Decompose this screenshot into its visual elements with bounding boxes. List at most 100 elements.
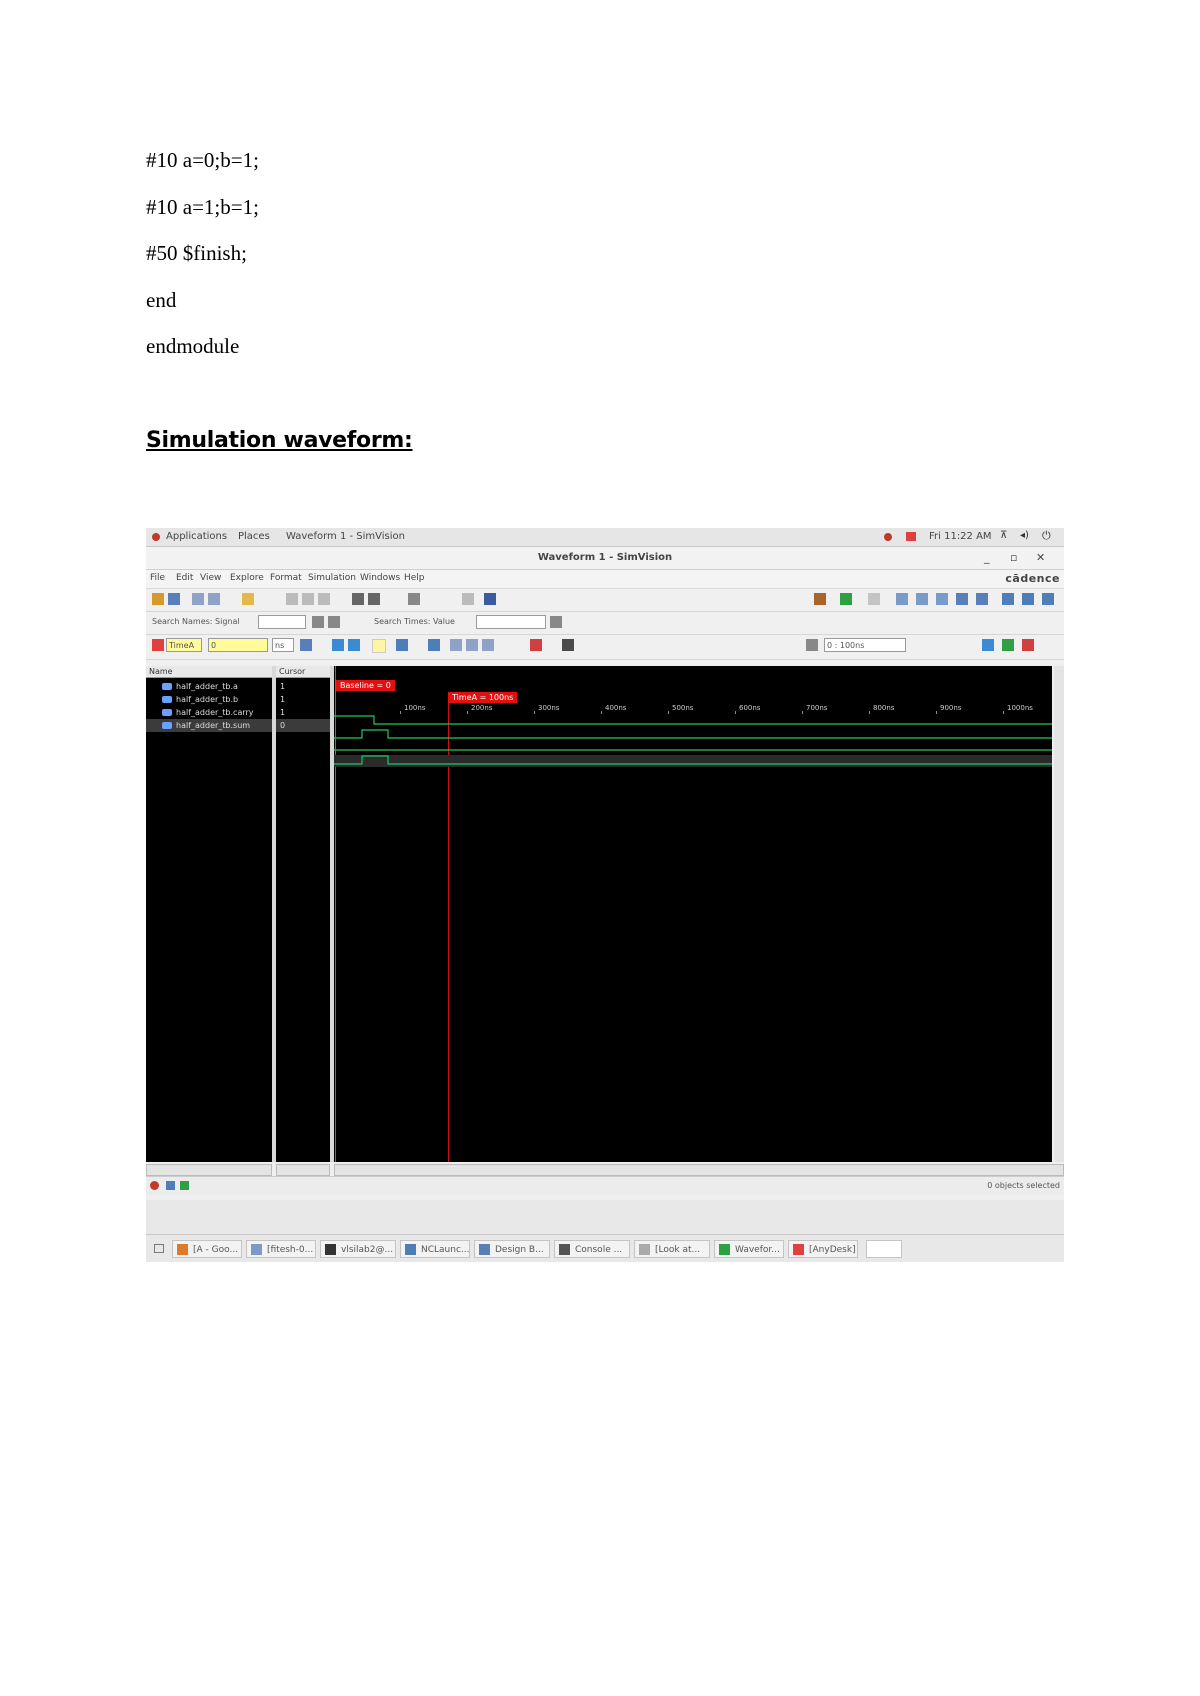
signal-cursor-value[interactable]: 1 bbox=[276, 693, 330, 706]
camera-icon[interactable] bbox=[562, 639, 574, 651]
taskbar-item[interactable]: Design B... bbox=[474, 1240, 550, 1258]
trace-icon[interactable] bbox=[896, 593, 908, 605]
wave-hscrollbar[interactable] bbox=[334, 1164, 1064, 1176]
zoom-icon[interactable] bbox=[806, 639, 818, 651]
search-next-icon[interactable] bbox=[328, 616, 340, 628]
zoom-out-icon[interactable] bbox=[1022, 639, 1034, 651]
taskbar-item[interactable]: [AnyDesk] bbox=[788, 1240, 858, 1258]
zoom-range-field[interactable]: 0 : 100ns bbox=[824, 638, 906, 652]
step-out-icon[interactable] bbox=[466, 639, 478, 651]
workspace-switcher[interactable] bbox=[866, 1240, 902, 1258]
time-unit-select[interactable]: ns bbox=[272, 638, 294, 652]
menu-format[interactable]: Format bbox=[270, 573, 302, 583]
clock[interactable]: Fri 11:22 AM bbox=[929, 531, 992, 542]
name-hscrollbar[interactable] bbox=[146, 1164, 272, 1176]
minimize-icon[interactable]: _ bbox=[984, 551, 990, 564]
new-window-icon[interactable] bbox=[462, 593, 474, 605]
set-cursor-icon[interactable] bbox=[300, 639, 312, 651]
active-window-label[interactable]: Waveform 1 - SimVision bbox=[286, 531, 405, 542]
applications-menu[interactable]: Applications bbox=[166, 531, 227, 542]
signal-row[interactable]: half_adder_tb.carry bbox=[146, 706, 272, 719]
time-value-field[interactable]: 0 bbox=[208, 638, 268, 652]
insert-icon[interactable] bbox=[368, 593, 380, 605]
reset-icon[interactable] bbox=[482, 639, 494, 651]
taskbar-item[interactable]: [A - Goo... bbox=[172, 1240, 242, 1258]
signal-cursor-value[interactable]: 1 bbox=[276, 680, 330, 693]
taskbar-item-label: Console ... bbox=[575, 1245, 623, 1255]
send-to-icon[interactable] bbox=[152, 593, 164, 605]
source-icon[interactable] bbox=[168, 593, 180, 605]
menu-explore[interactable]: Explore bbox=[230, 573, 264, 583]
signal-cursor-value[interactable]: 1 bbox=[276, 706, 330, 719]
schematic-view-icon[interactable] bbox=[956, 593, 968, 605]
marker-icon[interactable] bbox=[372, 639, 386, 653]
expand-icon[interactable] bbox=[976, 593, 988, 605]
step-icon[interactable] bbox=[428, 639, 440, 651]
send-to-target-icon[interactable] bbox=[868, 593, 880, 605]
copy-icon[interactable] bbox=[302, 593, 314, 605]
menu-edit[interactable]: Edit bbox=[176, 573, 193, 583]
taskbar-item[interactable]: vlsilab2@... bbox=[320, 1240, 396, 1258]
cursor-flag-icon[interactable] bbox=[152, 639, 164, 651]
menubar: File Edit View Explore Format Simulation… bbox=[146, 570, 1064, 589]
load-icon[interactable] bbox=[936, 593, 948, 605]
search-names-icon[interactable] bbox=[312, 616, 324, 628]
list-icon[interactable] bbox=[1002, 593, 1014, 605]
signal-trace[interactable] bbox=[334, 729, 1052, 739]
menu-view[interactable]: View bbox=[200, 573, 221, 583]
taskbar-item[interactable]: NCLaunc... bbox=[400, 1240, 470, 1258]
time-cursor-select[interactable]: TimeA bbox=[166, 638, 202, 652]
table-icon[interactable] bbox=[1022, 593, 1034, 605]
waveform-canvas[interactable]: 100ns 200ns 300ns 400ns 500ns 600ns 700ns 800ns… bbox=[334, 666, 1052, 1162]
stop-sim-icon[interactable] bbox=[150, 1181, 159, 1190]
menu-windows[interactable]: Windows bbox=[360, 573, 400, 583]
zoom-fit-icon[interactable] bbox=[982, 639, 994, 651]
signal-row[interactable]: half_adder_tb.b bbox=[146, 693, 272, 706]
show-desktop-icon[interactable] bbox=[154, 1244, 164, 1253]
search-names-field[interactable] bbox=[258, 615, 306, 629]
prev-edge-icon[interactable] bbox=[332, 639, 344, 651]
taskbar-item-label: Wavefor... bbox=[735, 1245, 780, 1255]
register-icon[interactable] bbox=[208, 593, 220, 605]
menu-simulation[interactable]: Simulation bbox=[308, 573, 356, 583]
add-icon[interactable] bbox=[840, 593, 852, 605]
cursor-column-header[interactable]: Cursor bbox=[276, 666, 330, 678]
name-column-header[interactable]: Name bbox=[146, 666, 272, 678]
run-icon[interactable] bbox=[396, 639, 408, 651]
menu-file[interactable]: File bbox=[150, 573, 165, 583]
places-menu[interactable]: Places bbox=[238, 531, 270, 542]
schematic-icon[interactable] bbox=[192, 593, 204, 605]
driver-icon[interactable] bbox=[916, 593, 928, 605]
paste-icon[interactable] bbox=[318, 593, 330, 605]
close-icon[interactable]: ✕ bbox=[1036, 551, 1045, 564]
signal-trace[interactable] bbox=[334, 715, 1052, 725]
step-over-icon[interactable] bbox=[450, 639, 462, 651]
signal-row[interactable]: half_adder_tb.sum bbox=[146, 719, 272, 732]
cut-icon[interactable] bbox=[286, 593, 298, 605]
vertical-scrollbar[interactable] bbox=[1054, 666, 1064, 1162]
value-hscrollbar[interactable] bbox=[276, 1164, 330, 1176]
group-icon[interactable] bbox=[814, 593, 826, 605]
next-edge-icon[interactable] bbox=[348, 639, 360, 651]
search-times-icon[interactable] bbox=[550, 616, 562, 628]
taskbar-item[interactable]: Console ... bbox=[554, 1240, 630, 1258]
find-icon[interactable] bbox=[408, 593, 420, 605]
register-view-icon[interactable] bbox=[1042, 593, 1054, 605]
maximize-icon[interactable]: ▫ bbox=[1010, 551, 1017, 564]
taskbar-item[interactable]: [Look at... bbox=[634, 1240, 710, 1258]
taskbar-item[interactable]: [fitesh-0... bbox=[246, 1240, 316, 1258]
taskbar-item[interactable]: Wavefor... bbox=[714, 1240, 784, 1258]
search-times-field[interactable] bbox=[476, 615, 546, 629]
menu-help[interactable]: Help bbox=[404, 573, 425, 583]
delete-icon[interactable] bbox=[352, 593, 364, 605]
undo-icon[interactable] bbox=[242, 593, 254, 605]
stop-icon[interactable] bbox=[530, 639, 542, 651]
zoom-in-icon[interactable] bbox=[1002, 639, 1014, 651]
signal-cursor-value[interactable]: 0 bbox=[276, 719, 330, 732]
signal-row[interactable]: half_adder_tb.a bbox=[146, 680, 272, 693]
console-icon[interactable] bbox=[166, 1181, 175, 1190]
waveform-icon[interactable] bbox=[484, 593, 496, 605]
power-icon[interactable]: ⏻ bbox=[1042, 529, 1051, 543]
waveform-status-icon[interactable] bbox=[180, 1181, 189, 1190]
code-line-5: endmodule bbox=[146, 334, 240, 358]
